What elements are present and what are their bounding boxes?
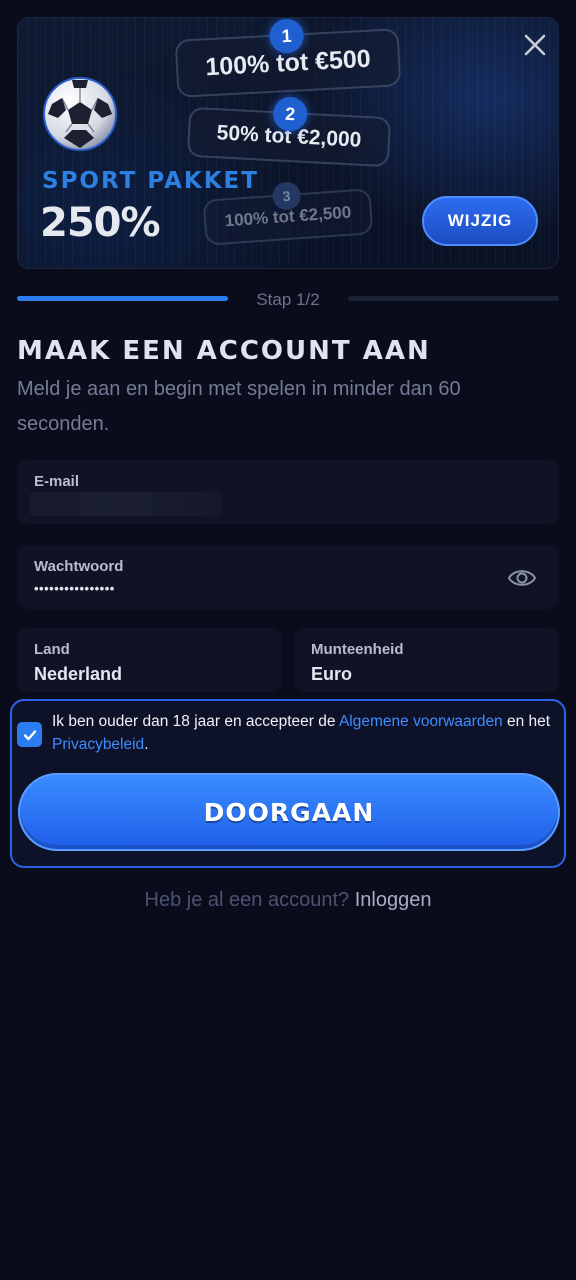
package-label: SPORT PAKKET: [42, 168, 259, 194]
terms-text-middle: en het: [502, 713, 551, 730]
registration-page: SPORT PAKKET 250% 1 100% tot €500 2 50% …: [0, 0, 576, 1280]
email-label: E-mail: [34, 473, 80, 490]
password-field[interactable]: Wachtwoord ••••••••••••••••: [17, 545, 559, 609]
bonus-banner: SPORT PAKKET 250% 1 100% tot €500 2 50% …: [17, 17, 559, 269]
login-prompt-text: Heb je al een account?: [144, 889, 350, 911]
eye-icon[interactable]: [507, 563, 537, 593]
soccer-ball-icon: [43, 77, 117, 151]
step-progress-remaining: [348, 296, 559, 301]
page-title: MAAK EEN ACCOUNT AAN: [17, 336, 431, 366]
country-label: Land: [34, 641, 70, 658]
step-indicator: Stap 1/2: [17, 290, 559, 310]
terms-checkbox[interactable]: [17, 722, 42, 747]
step-label: Stap 1/2: [256, 290, 320, 309]
country-value: Nederland: [34, 664, 123, 684]
continue-button[interactable]: DOORGAAN: [18, 773, 560, 851]
currency-select[interactable]: Munteenheid Euro: [294, 628, 559, 692]
login-link[interactable]: Inloggen: [355, 889, 432, 911]
bonus-tier-2: 2 50% tot €2,000: [186, 96, 392, 168]
terms-text-before: Ik ben ouder dan 18 jaar en accepteer de: [52, 713, 339, 730]
password-value: ••••••••••••••••: [34, 581, 115, 596]
email-value-redacted: [30, 492, 222, 516]
email-field[interactable]: E-mail: [17, 460, 559, 524]
bonus-tier-1: 1 100% tot €500: [174, 18, 402, 98]
currency-label: Munteenheid: [311, 641, 404, 658]
close-button[interactable]: [518, 28, 552, 62]
close-icon: [524, 34, 546, 56]
terms-text-after: .: [144, 736, 149, 753]
terms-text: Ik ben ouder dan 18 jaar en accepteer de…: [52, 710, 560, 756]
password-label: Wachtwoord: [34, 558, 124, 575]
country-select[interactable]: Land Nederland: [17, 628, 282, 692]
step-progress-active: [17, 296, 228, 301]
currency-value: Euro: [311, 664, 353, 684]
login-prompt: Heb je al een account? Inloggen: [0, 889, 576, 912]
terms-section: Ik ben ouder dan 18 jaar en accepteer de…: [10, 699, 566, 868]
page-subtitle: Meld je aan en begin met spelen in minde…: [17, 378, 461, 435]
package-value: 250%: [40, 200, 161, 246]
change-package-button[interactable]: WIJZIG: [422, 196, 538, 246]
privacy-link[interactable]: Privacybeleid: [52, 736, 144, 753]
check-icon: [23, 729, 36, 740]
terms-link[interactable]: Algemene voorwaarden: [339, 713, 503, 730]
